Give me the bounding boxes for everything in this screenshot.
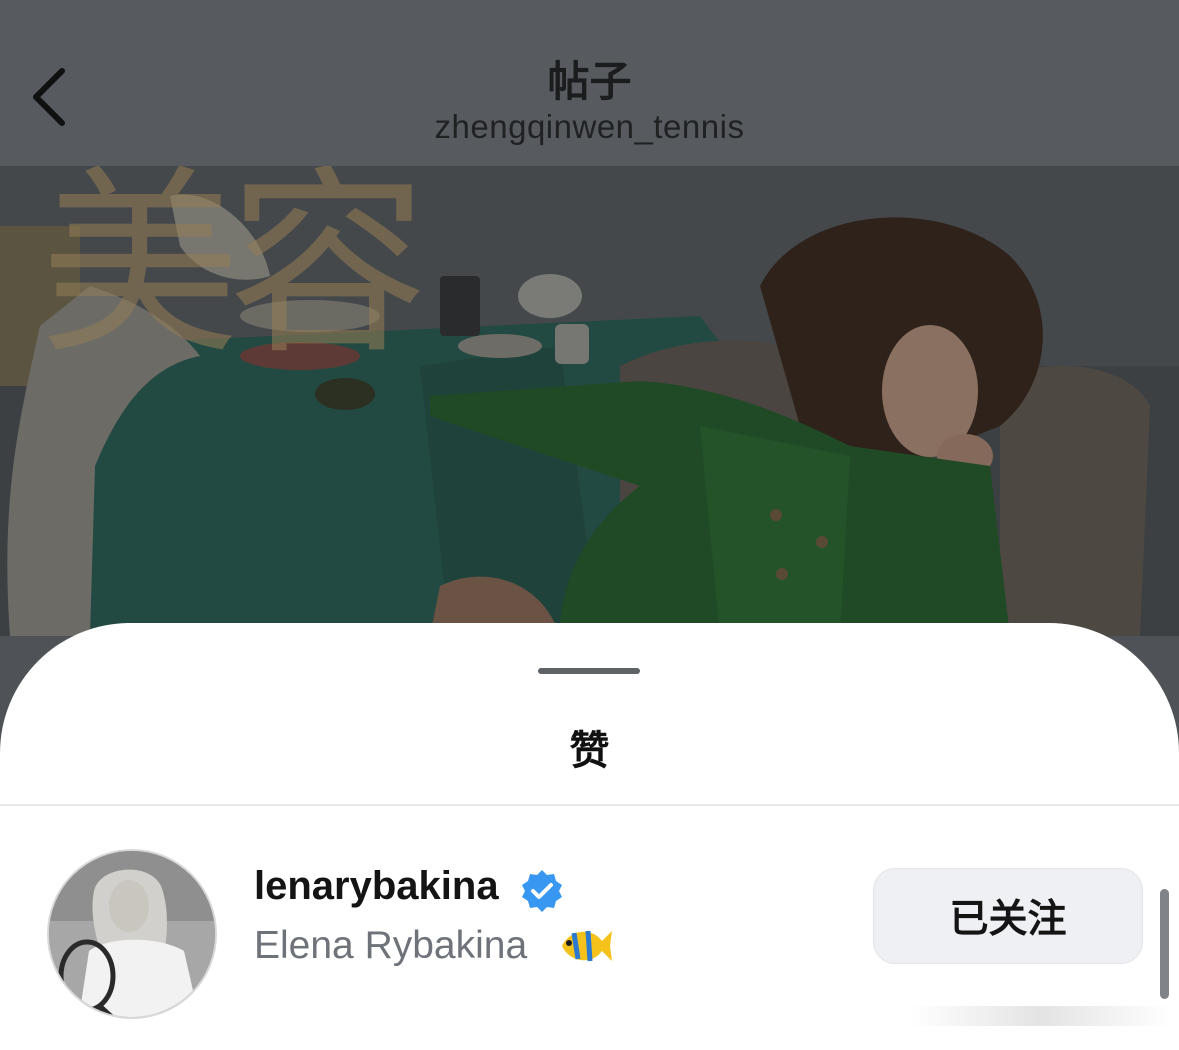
sheet-title: 赞: [569, 729, 610, 773]
like-username[interactable]: lenarybakina: [254, 864, 499, 909]
following-button[interactable]: 已关注: [873, 868, 1143, 964]
scrollbar[interactable]: [1160, 889, 1169, 999]
sheet-grabber[interactable]: [538, 668, 640, 674]
verified-badge-icon: [522, 870, 562, 912]
list-item[interactable]: lenarybakina Elena Rybakina 已关注: [0, 806, 1179, 1036]
screen: 帖子 zhengqinwen_tennis 美容 赞 lenarybakina …: [0, 0, 1179, 1050]
likes-sheet: 赞 lenarybakina Elena Rybakina 已关注: [0, 623, 1179, 1050]
account-username: zhengqinwen_tennis: [434, 108, 745, 145]
scroll-fade: [910, 1006, 1172, 1026]
tropical-fish-icon: [562, 930, 612, 962]
avatar[interactable]: [47, 849, 217, 1019]
avatar-image: [49, 851, 215, 1017]
nav-bar: 帖子 zhengqinwen_tennis: [0, 0, 1179, 166]
page-title: 帖子: [547, 58, 632, 105]
post-photo: 美容: [0, 166, 1179, 636]
like-full-name: Elena Rybakina: [254, 924, 528, 967]
photo-overlay-text: 美容: [40, 166, 428, 382]
